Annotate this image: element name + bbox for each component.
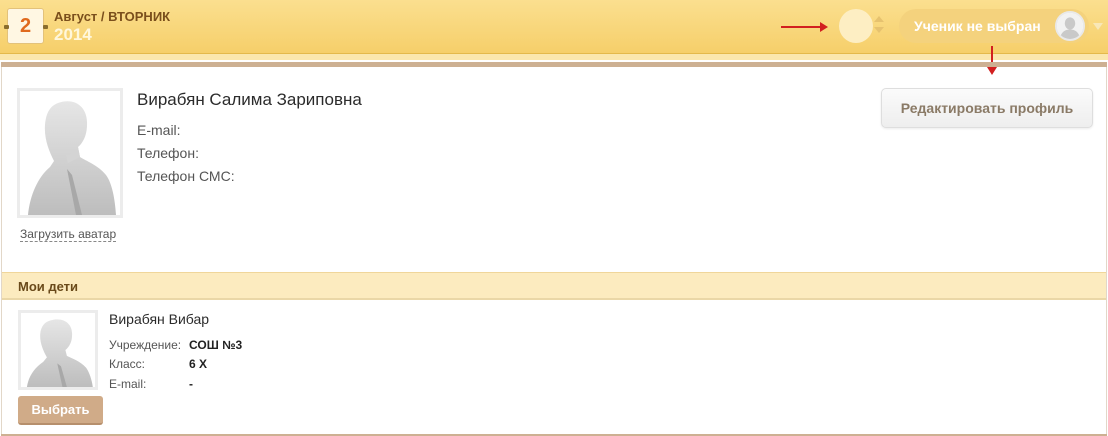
caret-down-icon[interactable] xyxy=(1093,23,1103,30)
user-silhouette-icon xyxy=(1055,11,1085,41)
edit-profile-button[interactable]: Редактировать профиль xyxy=(881,88,1093,128)
child-institution-label: Учреждение: xyxy=(109,338,182,352)
child-class-label: Класс: xyxy=(109,357,145,371)
arrow-up-icon[interactable] xyxy=(874,16,884,22)
calendar-day[interactable]: 2 xyxy=(7,8,44,44)
profile-avatar xyxy=(17,88,123,218)
top-bar: 2 Август / ВТОРНИК 2014 Ученик не выбран xyxy=(0,0,1108,54)
month-weekday: Август / ВТОРНИК xyxy=(54,9,171,24)
content-frame-left xyxy=(1,67,2,435)
calendar-ring-right xyxy=(43,25,48,29)
round-toggle-button[interactable] xyxy=(839,9,873,43)
section-title: Мои дети xyxy=(18,279,79,294)
up-down-arrows-icon[interactable] xyxy=(874,16,886,36)
student-select-dropdown[interactable]: Ученик не выбран xyxy=(899,9,1089,43)
child-class-value: 6 Х xyxy=(189,357,208,371)
top-bar-edge xyxy=(0,54,1108,60)
profile-sms-phone-label: Телефон СМС: xyxy=(137,168,235,184)
profile-phone-label: Телефон: xyxy=(137,145,199,161)
child-avatar xyxy=(18,310,98,390)
content-frame-top xyxy=(1,62,1107,67)
child-institution-value: СОШ №3 xyxy=(189,338,243,352)
content-frame-right xyxy=(1106,67,1107,435)
calendar-ring-left xyxy=(4,25,9,29)
my-children-header: Мои дети xyxy=(2,272,1106,300)
user-silhouette-icon xyxy=(21,313,95,387)
child-email-value: - xyxy=(189,377,193,391)
child-email-label: E-mail: xyxy=(109,377,147,391)
child-name: Вирабян Вибар xyxy=(109,311,210,327)
user-silhouette-icon xyxy=(20,91,120,215)
profile-email-label: E-mail: xyxy=(137,122,181,138)
profile-name: Вирабян Салима Зариповна xyxy=(137,90,362,109)
year: 2014 xyxy=(54,25,92,44)
student-select-label: Ученик не выбран xyxy=(914,18,1041,34)
select-child-button[interactable]: Выбрать xyxy=(18,396,103,425)
annotation-arrow-icon xyxy=(781,22,828,32)
upload-avatar-link[interactable]: Загрузить аватар xyxy=(20,227,117,242)
arrow-down-icon[interactable] xyxy=(874,27,884,33)
